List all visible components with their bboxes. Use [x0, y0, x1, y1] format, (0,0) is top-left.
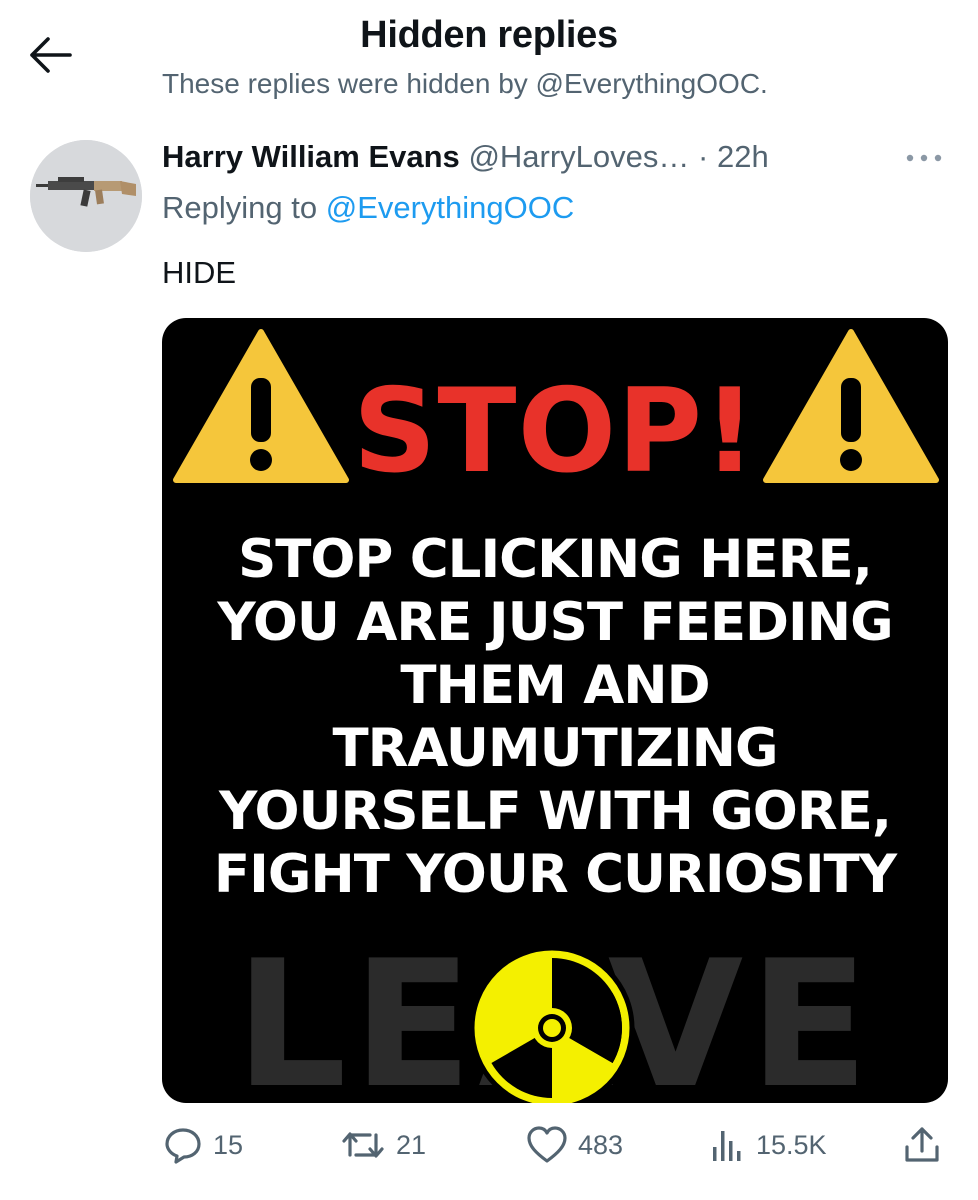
views-button[interactable]: 15.5K	[710, 1125, 827, 1165]
replying-mention-link[interactable]: @EverythingOOC	[326, 190, 575, 225]
reply-count: 15	[213, 1129, 244, 1160]
page-title: Hidden replies	[360, 14, 618, 56]
share-button[interactable]	[902, 1125, 942, 1165]
message-line: YOURSELF WITH GORE,	[218, 781, 892, 842]
tweet-image[interactable]: STOP! STOP CLICKING HERE, YOU ARE JUST F…	[162, 318, 948, 1103]
replying-to: Replying to @EverythingOOC	[162, 190, 574, 226]
radiation-icon	[469, 945, 635, 1103]
message-line: FIGHT YOUR CURIOSITY	[213, 844, 897, 905]
action-bar: 15 21 483 15.5K	[0, 1115, 978, 1175]
share-icon	[905, 1127, 939, 1162]
more-dots-icon	[906, 154, 942, 162]
heart-icon	[527, 1126, 567, 1163]
views-chart-icon	[713, 1131, 741, 1161]
avatar[interactable]	[30, 140, 142, 252]
stop-headline: STOP!	[352, 364, 758, 499]
reply-icon	[165, 1128, 201, 1164]
rifle-icon	[30, 140, 142, 252]
tweet-text: HIDE	[162, 255, 237, 290]
like-button[interactable]: 483	[526, 1125, 623, 1165]
message-line: TRAUMUTIZING	[332, 718, 778, 779]
page-subtitle: These replies were hidden by @Everything…	[162, 68, 768, 99]
repost-count: 21	[396, 1129, 427, 1160]
header: Hidden replies These replies were hidden…	[0, 0, 978, 110]
tweet-header: Harry William Evans @HarryLoves… · 22h	[162, 139, 769, 175]
repost-button[interactable]: 21	[340, 1125, 426, 1165]
more-options-button[interactable]	[902, 148, 946, 168]
message-line: STOP CLICKING HERE,	[238, 529, 873, 590]
author-handle[interactable]: @HarryLoves…	[468, 139, 689, 174]
separator: ·	[698, 139, 709, 174]
message-line: YOU ARE JUST FEEDING	[217, 592, 893, 653]
view-count: 15.5K	[756, 1129, 827, 1160]
message-line: THEM AND	[400, 655, 710, 716]
replying-prefix: Replying to	[162, 190, 318, 225]
like-count: 483	[578, 1129, 624, 1160]
warning-message: STOP CLICKING HERE, YOU ARE JUST FEEDING…	[172, 528, 938, 906]
reply-button[interactable]: 15	[163, 1125, 243, 1165]
author-name[interactable]: Harry William Evans	[162, 139, 460, 174]
repost-icon	[342, 1132, 384, 1158]
timestamp[interactable]: 22h	[717, 139, 769, 174]
